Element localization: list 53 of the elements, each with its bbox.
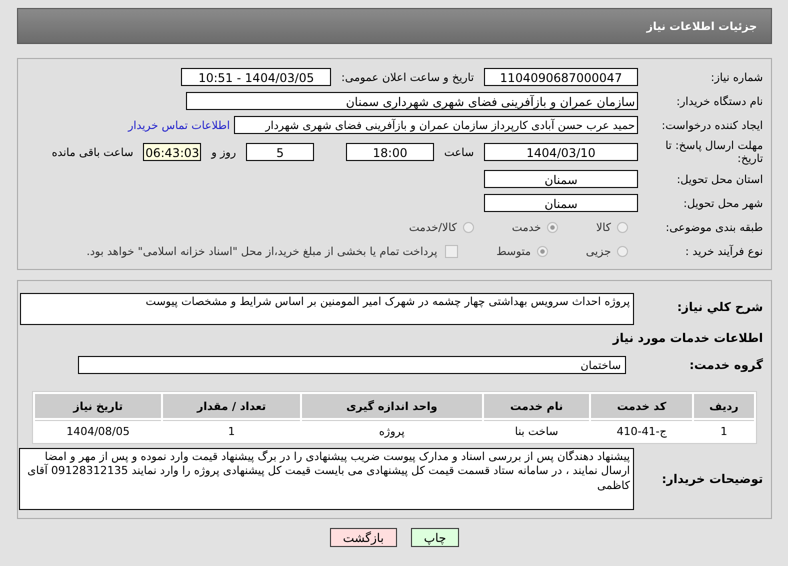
payment-note: پرداخت تمام یا بخشی از مبلغ خرید،از محل "اسناد خزانه اسلامی" خواهد بود. xyxy=(86,244,438,258)
service-group-field: ساختمان xyxy=(78,356,626,374)
field-label: مهلت ارسال پاسخ: تا تاریخ: xyxy=(664,138,764,166)
field-label: گروه خدمت: xyxy=(688,358,764,372)
days-label: روز و xyxy=(211,146,236,158)
field-label: شرح کلي نياز: xyxy=(676,300,764,314)
buyer-org-field: سازمان عمران و بازآفرینی فضای شهری شهرداری سمنان xyxy=(186,92,638,110)
field-label: طبقه بندی موضوعی: xyxy=(664,220,764,234)
radio-label: خدمت xyxy=(512,220,542,234)
city-field: سمنان xyxy=(484,194,638,212)
column-header: کد خدمت xyxy=(591,394,692,418)
field-label: توضیحات خریدار: xyxy=(660,472,764,486)
deadline-date-field: 1404/03/10 xyxy=(484,143,638,161)
deadline-time-field: 18:00 xyxy=(346,143,434,161)
print-button[interactable]: چاپ xyxy=(410,528,460,547)
field-label: نام دستگاه خریدار: xyxy=(675,94,764,108)
radio-label: متوسط xyxy=(496,244,531,258)
buyer-contact-link[interactable]: اطلاعات تماس خریدار xyxy=(128,118,230,132)
field-label: شماره نیاز: xyxy=(710,70,764,84)
section-title: اطلاعات خدمات مورد نیاز xyxy=(611,330,764,347)
radio-button[interactable] xyxy=(536,246,548,256)
radio-button[interactable] xyxy=(617,246,628,256)
table-cell: ج-41-410 xyxy=(591,420,692,441)
radio-label: جزیی xyxy=(586,244,611,258)
table-cell: پروژه xyxy=(302,420,482,441)
column-header: نام خدمت xyxy=(484,394,590,418)
radio-button[interactable] xyxy=(617,222,628,232)
announce-date-field: 1404/03/05 - 10:51 xyxy=(181,68,332,86)
column-header: ردیف xyxy=(694,394,754,418)
time-label: ساعت xyxy=(444,146,474,158)
field-label: ایجاد کننده درخواست: xyxy=(660,118,764,132)
remaining-time-field: 06:43:03 xyxy=(143,143,202,161)
column-header: تعداد / مقدار xyxy=(163,394,300,418)
requester-field: حمید عرب حسن آبادی کارپرداز سازمان عمران و بازآفرینی فضای شهری شهردار xyxy=(234,116,638,134)
radio-button[interactable] xyxy=(462,222,474,232)
back-button[interactable]: بازگشت xyxy=(330,528,397,547)
field-label: تاریخ و ساعت اعلان عمومی: xyxy=(341,70,474,84)
checkbox[interactable] xyxy=(445,244,458,258)
radio-button[interactable] xyxy=(547,222,558,232)
field-label: استان محل تحویل: xyxy=(676,172,764,186)
days-field: 5 xyxy=(246,143,314,161)
description-field: پروژه احداث سرویس بهداشتی چهار چشمه در شهرک امیر المومنین بر اساس شرایط و مشخصات پیوست xyxy=(20,293,634,325)
province-field: سمنان xyxy=(484,170,638,188)
radio-label: کالا/خدمت xyxy=(409,220,457,234)
need-number-field: 1104090687000047 xyxy=(484,68,638,86)
radio-label: کالا xyxy=(596,220,611,234)
column-header: تاریخ نیاز xyxy=(35,394,162,418)
column-header: واحد اندازه گیری xyxy=(302,394,482,418)
field-label: شهر محل تحویل: xyxy=(682,196,764,210)
page-title: جزئیات اطلاعات نیاز xyxy=(646,20,757,32)
field-label: نوع فرآیند خرید : xyxy=(684,244,764,258)
remaining-label: ساعت باقی مانده xyxy=(52,146,134,158)
buyer-notes-field: پیشنهاد دهندگان پس از بررسی اسناد و مدارک پیوست ضریب پیشنهادی را در برگ پیشنهاد قیمت وارد نموده و پس از مهر و امضا ارسال نمایند ، در سامانه ستاد قسمت قیمت کل پیشنهادی می بایست قیمت کل پیشنهادی پروژه را وارد نمایند 09128312135 آقای کاظمی xyxy=(19,448,634,510)
